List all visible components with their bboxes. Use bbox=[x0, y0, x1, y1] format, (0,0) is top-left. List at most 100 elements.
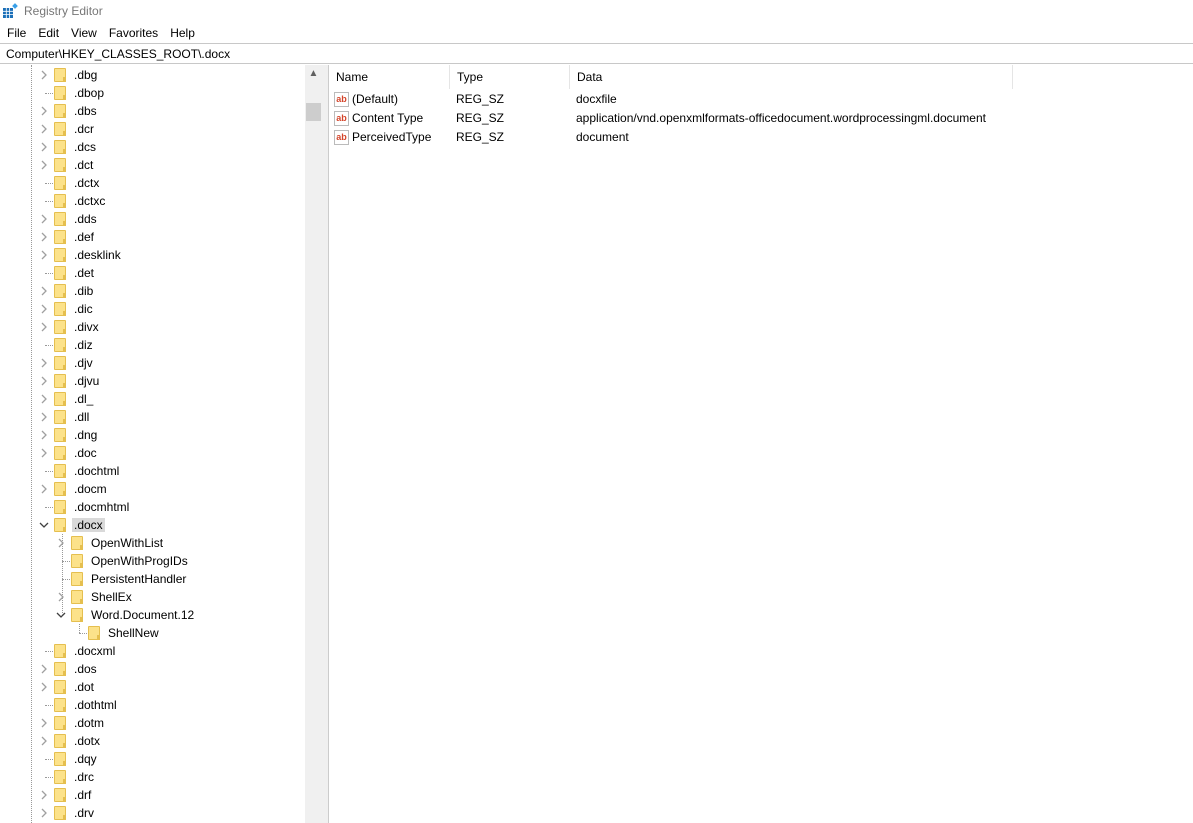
chevron-right-icon[interactable] bbox=[39, 375, 49, 387]
address-bar[interactable]: Computer\HKEY_CLASSES_ROOT\.docx bbox=[0, 43, 1193, 64]
scroll-thumb[interactable] bbox=[306, 103, 321, 121]
chevron-right-icon[interactable] bbox=[56, 591, 66, 603]
tree-item[interactable]: .djvu bbox=[0, 372, 304, 390]
tree-item[interactable]: .djv bbox=[0, 354, 304, 372]
tree-item[interactable]: .dct bbox=[0, 156, 304, 174]
tree-item[interactable]: .dqy bbox=[0, 750, 304, 768]
scroll-up-icon[interactable]: ▲ bbox=[305, 65, 322, 82]
tree-item[interactable]: Word.Document.12 bbox=[0, 606, 304, 624]
chevron-right-icon[interactable] bbox=[39, 807, 49, 819]
tree-item[interactable]: .dotx bbox=[0, 732, 304, 750]
tree-item[interactable]: .dbg bbox=[0, 66, 304, 84]
tree-item[interactable]: .dcr bbox=[0, 120, 304, 138]
chevron-right-icon[interactable] bbox=[39, 303, 49, 315]
tree-item[interactable]: .divx bbox=[0, 318, 304, 336]
chevron-right-icon[interactable] bbox=[39, 213, 49, 225]
column-header-type[interactable]: Type bbox=[450, 65, 570, 89]
tree-item[interactable]: .det bbox=[0, 264, 304, 282]
chevron-right-icon[interactable] bbox=[39, 483, 49, 495]
menu-edit[interactable]: Edit bbox=[32, 24, 65, 42]
tree-item-label: .diz bbox=[74, 338, 93, 352]
chevron-right-icon[interactable] bbox=[39, 159, 49, 171]
chevron-right-icon[interactable] bbox=[39, 321, 49, 333]
tree-item[interactable]: .desklink bbox=[0, 246, 304, 264]
tree-item[interactable]: .dbs bbox=[0, 102, 304, 120]
tree-item[interactable]: .dds bbox=[0, 210, 304, 228]
tree-item[interactable]: .drc bbox=[0, 768, 304, 786]
chevron-right-icon[interactable] bbox=[39, 69, 49, 81]
chevron-right-icon[interactable] bbox=[39, 357, 49, 369]
tree-scrollbar[interactable]: ▲ bbox=[305, 65, 322, 823]
chevron-right-icon[interactable] bbox=[39, 717, 49, 729]
tree-item[interactable]: .dcs bbox=[0, 138, 304, 156]
chevron-right-icon[interactable] bbox=[39, 429, 49, 441]
tree-item[interactable]: .dng bbox=[0, 426, 304, 444]
tree-connector bbox=[45, 201, 53, 202]
folder-icon bbox=[54, 500, 66, 514]
tree-item[interactable]: .dctx bbox=[0, 174, 304, 192]
tree-item[interactable]: .dctxc bbox=[0, 192, 304, 210]
folder-icon bbox=[54, 140, 66, 154]
tree-item[interactable]: .docx bbox=[0, 516, 304, 534]
tree-connector bbox=[45, 651, 53, 652]
folder-icon bbox=[71, 608, 83, 622]
tree-item[interactable]: ShellNew bbox=[0, 624, 304, 642]
chevron-right-icon[interactable] bbox=[39, 789, 49, 801]
values-pane: Name Type Data ab (Default) REG_SZ docxfile… bbox=[329, 65, 1193, 823]
chevron-right-icon[interactable] bbox=[39, 249, 49, 261]
tree-item[interactable]: OpenWithProgIDs bbox=[0, 552, 304, 570]
chevron-right-icon[interactable] bbox=[39, 231, 49, 243]
tree-item[interactable]: .dll bbox=[0, 408, 304, 426]
tree-item[interactable]: .dothtml bbox=[0, 696, 304, 714]
tree-item[interactable]: .docmhtml bbox=[0, 498, 304, 516]
folder-icon bbox=[54, 716, 66, 730]
column-header-name[interactable]: Name bbox=[329, 65, 450, 89]
tree-item[interactable]: .dochtml bbox=[0, 462, 304, 480]
tree-item[interactable]: .docxml bbox=[0, 642, 304, 660]
tree-item[interactable]: ShellEx bbox=[0, 588, 304, 606]
tree-item[interactable]: .drv bbox=[0, 804, 304, 822]
chevron-down-icon[interactable] bbox=[39, 519, 49, 531]
tree-item[interactable]: .dl_ bbox=[0, 390, 304, 408]
chevron-right-icon[interactable] bbox=[39, 123, 49, 135]
chevron-right-icon[interactable] bbox=[39, 447, 49, 459]
chevron-right-icon[interactable] bbox=[39, 663, 49, 675]
tree-item[interactable]: .dib bbox=[0, 282, 304, 300]
tree-item[interactable]: .dot bbox=[0, 678, 304, 696]
value-row[interactable]: ab Content Type REG_SZ application/vnd.open… bbox=[329, 109, 1029, 128]
tree-item[interactable]: .dos bbox=[0, 660, 304, 678]
tree-item[interactable]: .diz bbox=[0, 336, 304, 354]
folder-icon bbox=[54, 248, 66, 262]
value-row[interactable]: ab (Default) REG_SZ docxfile bbox=[329, 90, 1029, 109]
tree-item[interactable]: .docm bbox=[0, 480, 304, 498]
tree-item[interactable]: PersistentHandler bbox=[0, 570, 304, 588]
folder-icon bbox=[54, 104, 66, 118]
tree-item[interactable]: .dbop bbox=[0, 84, 304, 102]
pane-splitter[interactable] bbox=[322, 65, 329, 823]
chevron-right-icon[interactable] bbox=[39, 141, 49, 153]
chevron-right-icon[interactable] bbox=[39, 681, 49, 693]
tree-item[interactable]: .dotm bbox=[0, 714, 304, 732]
tree-item[interactable]: .doc bbox=[0, 444, 304, 462]
chevron-right-icon[interactable] bbox=[39, 105, 49, 117]
registry-tree[interactable]: .dbg .dbop .dbs .dcr .dcs .dct .dctx .dctxc .dds… bbox=[0, 65, 322, 823]
tree-item[interactable]: .def bbox=[0, 228, 304, 246]
chevron-right-icon[interactable] bbox=[39, 393, 49, 405]
column-header-data[interactable]: Data bbox=[570, 65, 1013, 89]
chevron-right-icon[interactable] bbox=[56, 537, 66, 549]
chevron-down-icon[interactable] bbox=[56, 609, 66, 621]
menu-file[interactable]: File bbox=[0, 24, 32, 42]
folder-icon bbox=[54, 698, 66, 712]
menu-favorites[interactable]: Favorites bbox=[103, 24, 164, 42]
tree-item[interactable]: .drf bbox=[0, 786, 304, 804]
tree-item-label: OpenWithProgIDs bbox=[91, 554, 188, 568]
value-row[interactable]: ab PerceivedType REG_SZ document bbox=[329, 128, 1029, 147]
chevron-right-icon[interactable] bbox=[39, 411, 49, 423]
tree-item[interactable]: .dic bbox=[0, 300, 304, 318]
menu-view[interactable]: View bbox=[65, 24, 103, 42]
folder-icon bbox=[54, 194, 66, 208]
menu-help[interactable]: Help bbox=[164, 24, 201, 42]
chevron-right-icon[interactable] bbox=[39, 285, 49, 297]
chevron-right-icon[interactable] bbox=[39, 735, 49, 747]
tree-item[interactable]: OpenWithList bbox=[0, 534, 304, 552]
